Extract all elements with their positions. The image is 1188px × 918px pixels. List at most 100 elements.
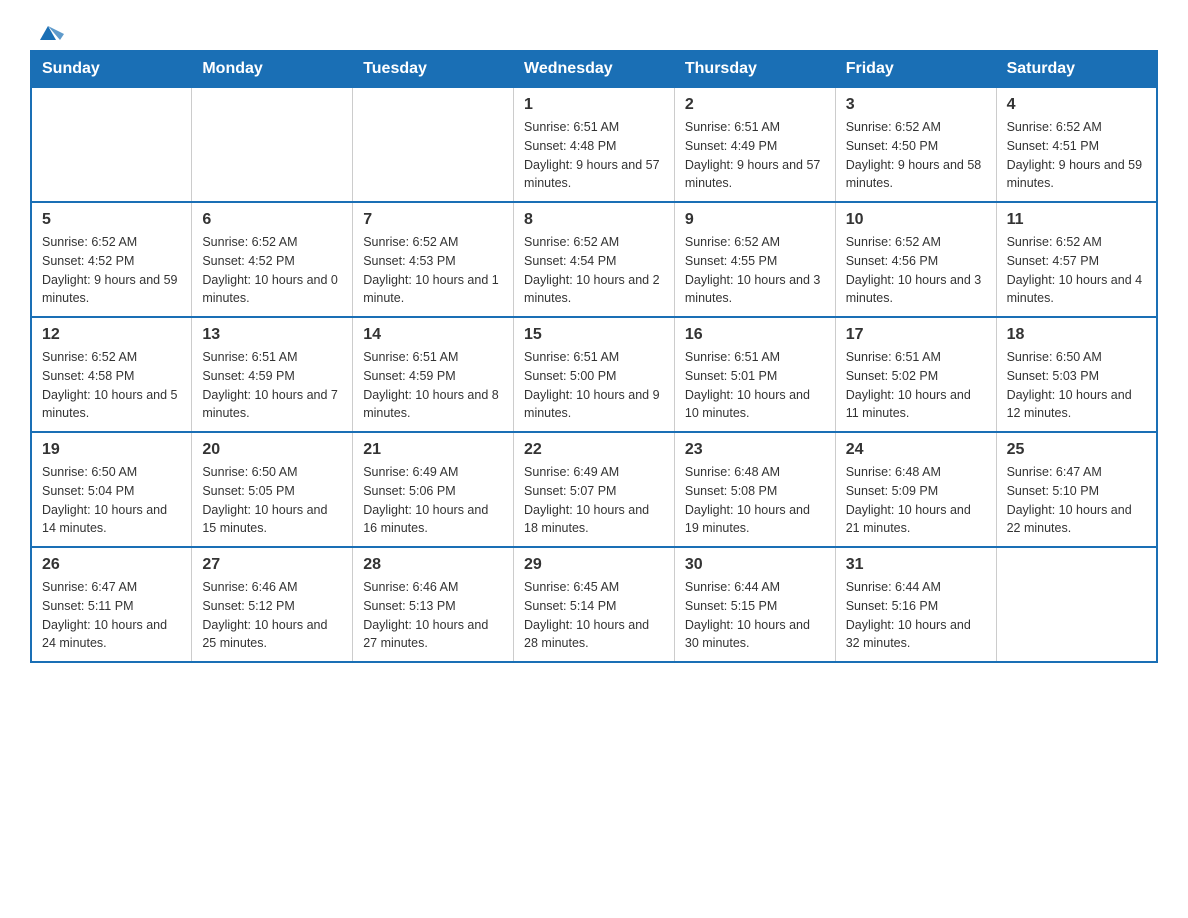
calendar-week-5: 26Sunrise: 6:47 AM Sunset: 5:11 PM Dayli…: [31, 547, 1157, 662]
day-info: Sunrise: 6:47 AM Sunset: 5:10 PM Dayligh…: [1007, 463, 1146, 538]
day-number: 12: [42, 326, 181, 344]
day-number: 10: [846, 211, 986, 229]
day-number: 7: [363, 211, 503, 229]
day-info: Sunrise: 6:52 AM Sunset: 4:50 PM Dayligh…: [846, 118, 986, 193]
calendar-cell: [996, 547, 1157, 662]
weekday-header-monday: Monday: [192, 51, 353, 87]
day-info: Sunrise: 6:51 AM Sunset: 5:01 PM Dayligh…: [685, 348, 825, 423]
day-number: 29: [524, 556, 664, 574]
weekday-header-friday: Friday: [835, 51, 996, 87]
day-info: Sunrise: 6:51 AM Sunset: 4:49 PM Dayligh…: [685, 118, 825, 193]
page-header: [30, 20, 1158, 40]
day-info: Sunrise: 6:49 AM Sunset: 5:06 PM Dayligh…: [363, 463, 503, 538]
calendar-cell: 2 Sunrise: 6:51 AM Sunset: 4:49 PM Daylig…: [674, 87, 835, 202]
day-number: 24: [846, 441, 986, 459]
day-info: Sunrise: 6:52 AM Sunset: 4:52 PM Dayligh…: [42, 233, 181, 308]
calendar-cell: 3 Sunrise: 6:52 AM Sunset: 4:50 PM Daylig…: [835, 87, 996, 202]
calendar-cell: [31, 87, 192, 202]
calendar-cell: 22 Sunrise: 6:49 AM Sunset: 5:07 PM Dayli…: [514, 432, 675, 547]
weekday-header-row: SundayMondayTuesdayWednesdayThursdayFrid…: [31, 51, 1157, 87]
day-number: 5: [42, 211, 181, 229]
day-info: Sunrise: 6:46 AM Sunset: 5:12 PM Dayligh…: [202, 578, 342, 653]
weekday-header-thursday: Thursday: [674, 51, 835, 87]
calendar-cell: 24 Sunrise: 6:48 AM Sunset: 5:09 PM Dayli…: [835, 432, 996, 547]
logo: [30, 20, 66, 40]
weekday-header-wednesday: Wednesday: [514, 51, 675, 87]
calendar-week-3: 12Sunrise: 6:52 AM Sunset: 4:58 PM Dayli…: [31, 317, 1157, 432]
calendar-cell: 19 Sunrise: 6:50 AM Sunset: 5:04 PM Dayli…: [31, 432, 192, 547]
day-info: Sunrise: 6:52 AM Sunset: 4:53 PM Dayligh…: [363, 233, 503, 308]
day-number: 31: [846, 556, 986, 574]
day-info: Sunrise: 6:50 AM Sunset: 5:05 PM Dayligh…: [202, 463, 342, 538]
day-number: 16: [685, 326, 825, 344]
calendar-cell: 23 Sunrise: 6:48 AM Sunset: 5:08 PM Dayli…: [674, 432, 835, 547]
calendar-week-2: 5 Sunrise: 6:52 AM Sunset: 4:52 PM Daylig…: [31, 202, 1157, 317]
day-number: 14: [363, 326, 503, 344]
calendar-cell: 8Sunrise: 6:52 AM Sunset: 4:54 PM Daylig…: [514, 202, 675, 317]
day-info: Sunrise: 6:46 AM Sunset: 5:13 PM Dayligh…: [363, 578, 503, 653]
weekday-header-saturday: Saturday: [996, 51, 1157, 87]
calendar-cell: 10 Sunrise: 6:52 AM Sunset: 4:56 PM Dayli…: [835, 202, 996, 317]
day-number: 19: [42, 441, 181, 459]
calendar-cell: 9 Sunrise: 6:52 AM Sunset: 4:55 PM Daylig…: [674, 202, 835, 317]
day-info: Sunrise: 6:45 AM Sunset: 5:14 PM Dayligh…: [524, 578, 664, 653]
calendar-cell: 14 Sunrise: 6:51 AM Sunset: 4:59 PM Dayli…: [353, 317, 514, 432]
day-number: 21: [363, 441, 503, 459]
calendar-cell: [192, 87, 353, 202]
calendar-cell: 20 Sunrise: 6:50 AM Sunset: 5:05 PM Dayli…: [192, 432, 353, 547]
day-number: 13: [202, 326, 342, 344]
day-info: Sunrise: 6:44 AM Sunset: 5:16 PM Dayligh…: [846, 578, 986, 653]
calendar-cell: 15 Sunrise: 6:51 AM Sunset: 5:00 PM Dayli…: [514, 317, 675, 432]
calendar-cell: 18 Sunrise: 6:50 AM Sunset: 5:03 PM Dayli…: [996, 317, 1157, 432]
day-info: Sunrise: 6:52 AM Sunset: 4:57 PM Dayligh…: [1007, 233, 1146, 308]
day-info: Sunrise: 6:51 AM Sunset: 4:59 PM Dayligh…: [363, 348, 503, 423]
weekday-header-sunday: Sunday: [31, 51, 192, 87]
day-number: 6: [202, 211, 342, 229]
day-number: 22: [524, 441, 664, 459]
calendar-cell: 4 Sunrise: 6:52 AM Sunset: 4:51 PM Daylig…: [996, 87, 1157, 202]
calendar-cell: 7 Sunrise: 6:52 AM Sunset: 4:53 PM Daylig…: [353, 202, 514, 317]
calendar-cell: 28 Sunrise: 6:46 AM Sunset: 5:13 PM Dayli…: [353, 547, 514, 662]
day-info: Sunrise: 6:50 AM Sunset: 5:04 PM Dayligh…: [42, 463, 181, 538]
calendar-cell: [353, 87, 514, 202]
day-number: 15: [524, 326, 664, 344]
calendar-cell: 17Sunrise: 6:51 AM Sunset: 5:02 PM Dayli…: [835, 317, 996, 432]
calendar-cell: 31 Sunrise: 6:44 AM Sunset: 5:16 PM Dayli…: [835, 547, 996, 662]
day-number: 26: [42, 556, 181, 574]
day-number: 2: [685, 96, 825, 114]
calendar-week-4: 19 Sunrise: 6:50 AM Sunset: 5:04 PM Dayli…: [31, 432, 1157, 547]
calendar-cell: 27 Sunrise: 6:46 AM Sunset: 5:12 PM Dayli…: [192, 547, 353, 662]
day-number: 1: [524, 96, 664, 114]
day-info: Sunrise: 6:52 AM Sunset: 4:55 PM Dayligh…: [685, 233, 825, 308]
day-number: 17: [846, 326, 986, 344]
day-info: Sunrise: 6:49 AM Sunset: 5:07 PM Dayligh…: [524, 463, 664, 538]
day-info: Sunrise: 6:52 AM Sunset: 4:52 PM Dayligh…: [202, 233, 342, 308]
day-number: 20: [202, 441, 342, 459]
day-info: Sunrise: 6:52 AM Sunset: 4:56 PM Dayligh…: [846, 233, 986, 308]
day-info: Sunrise: 6:51 AM Sunset: 4:59 PM Dayligh…: [202, 348, 342, 423]
calendar-cell: 11 Sunrise: 6:52 AM Sunset: 4:57 PM Dayli…: [996, 202, 1157, 317]
day-info: Sunrise: 6:51 AM Sunset: 4:48 PM Dayligh…: [524, 118, 664, 193]
day-info: Sunrise: 6:44 AM Sunset: 5:15 PM Dayligh…: [685, 578, 825, 653]
calendar-cell: 6 Sunrise: 6:52 AM Sunset: 4:52 PM Daylig…: [192, 202, 353, 317]
day-number: 9: [685, 211, 825, 229]
day-info: Sunrise: 6:48 AM Sunset: 5:09 PM Dayligh…: [846, 463, 986, 538]
day-number: 3: [846, 96, 986, 114]
day-info: Sunrise: 6:50 AM Sunset: 5:03 PM Dayligh…: [1007, 348, 1146, 423]
day-info: Sunrise: 6:52 AM Sunset: 4:54 PM Dayligh…: [524, 233, 664, 308]
weekday-header-tuesday: Tuesday: [353, 51, 514, 87]
day-number: 23: [685, 441, 825, 459]
day-info: Sunrise: 6:51 AM Sunset: 5:00 PM Dayligh…: [524, 348, 664, 423]
day-number: 28: [363, 556, 503, 574]
day-number: 11: [1007, 211, 1146, 229]
day-number: 18: [1007, 326, 1146, 344]
day-number: 4: [1007, 96, 1146, 114]
calendar-cell: 13 Sunrise: 6:51 AM Sunset: 4:59 PM Dayli…: [192, 317, 353, 432]
calendar-week-1: 1 Sunrise: 6:51 AM Sunset: 4:48 PM Daylig…: [31, 87, 1157, 202]
day-info: Sunrise: 6:52 AM Sunset: 4:51 PM Dayligh…: [1007, 118, 1146, 193]
calendar-table: SundayMondayTuesdayWednesdayThursdayFrid…: [30, 50, 1158, 663]
calendar-cell: 25Sunrise: 6:47 AM Sunset: 5:10 PM Dayli…: [996, 432, 1157, 547]
day-info: Sunrise: 6:48 AM Sunset: 5:08 PM Dayligh…: [685, 463, 825, 538]
day-number: 27: [202, 556, 342, 574]
day-number: 30: [685, 556, 825, 574]
